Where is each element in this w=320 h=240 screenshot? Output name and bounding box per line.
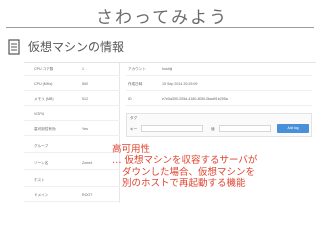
spec-value: ROOT [82, 193, 93, 197]
slide-title: さわってみよう [96, 8, 229, 28]
spec-row: グループ [24, 140, 120, 153]
tag-value-input[interactable] [219, 125, 271, 132]
spec-value: 512 [82, 97, 88, 101]
spec-key: メモリ (MB) [34, 97, 54, 101]
info-key: 作成日時 [128, 82, 143, 86]
info-value: 15 Sep 2014 20:29:09 [162, 82, 198, 86]
info-value: e7e0a300-205d-4180-805f-3bad91b295a [162, 97, 228, 101]
note-line: 別のホストで再起動する機能 [122, 178, 246, 190]
info-value: hoshiji [162, 67, 173, 71]
spec-row: メモリ (MB) 512 [24, 93, 120, 106]
spec-row: CPU (MHz) 500 [24, 78, 120, 91]
ha-note: 高可用性 … 仮想マシンを収容するサーバが ダウンした場合、仮想マシンを 別のホ… [112, 144, 312, 190]
tag-key-label: キー [130, 127, 138, 131]
info-row: ID e7e0a300-205d-4180-805f-3bad91b295a [126, 93, 312, 106]
document-icon [8, 39, 20, 55]
spec-row: CPU コア数 1 [24, 63, 120, 76]
spec-row: 高可用性有効 Yes [24, 123, 120, 136]
section-heading: 仮想マシンの情報 [28, 40, 125, 54]
tag-key-input[interactable] [141, 125, 203, 132]
note-heading: 高可用性 [112, 144, 151, 155]
info-row: 作成日時 15 Sep 2014 20:29:09 [126, 78, 312, 91]
spec-value: Zone4 [82, 161, 93, 165]
spec-row: VGPU [24, 108, 120, 121]
note-line: … 仮想マシンを収容するサーバが [112, 155, 258, 167]
info-key: アカウント [128, 67, 146, 71]
spec-value: 1 [82, 67, 84, 71]
tag-value-label: 値 [211, 127, 215, 131]
tags-panel: タグ キー 値 Add tag [126, 113, 312, 137]
info-row: アカウント hoshiji [126, 63, 312, 76]
spec-value: 500 [82, 82, 88, 86]
spec-row: ドメイン ROOT [24, 189, 120, 202]
spec-key: ホスト [34, 178, 45, 182]
spec-row: ホスト [24, 174, 120, 187]
spec-key: 高可用性有効 [34, 127, 56, 131]
spec-key: VGPU [34, 112, 45, 116]
spec-key: ゾーン名 [34, 161, 49, 165]
title-divider [6, 27, 314, 28]
spec-value: Yes [82, 127, 88, 131]
spec-row: ゾーン名 Zone4 [24, 157, 120, 170]
spec-key: グループ [34, 144, 49, 148]
tags-heading: タグ [130, 116, 138, 120]
spec-key: CPU コア数 [34, 67, 54, 71]
vm-specs-list: CPU コア数 1 CPU (MHz) 500 メモリ (MB) 512 VGP… [24, 63, 120, 203]
spec-key: CPU (MHz) [34, 82, 53, 86]
note-line: ダウンした場合、仮想マシンを [122, 166, 256, 178]
spec-key: ドメイン [34, 193, 49, 197]
info-key: ID [128, 97, 132, 101]
add-tag-button[interactable]: Add tag [277, 124, 309, 133]
